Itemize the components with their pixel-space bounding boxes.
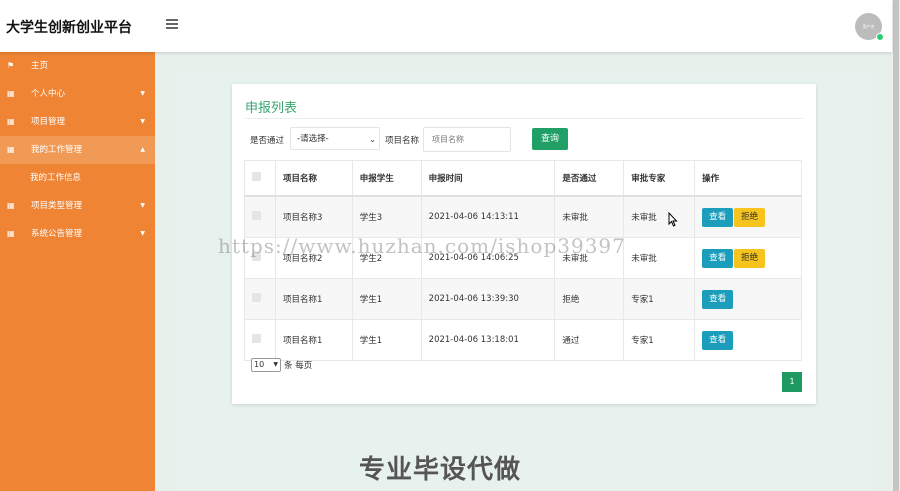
page-size-value: 10 — [254, 360, 265, 369]
view-button[interactable]: 查看 — [702, 289, 734, 309]
student-cell: 学生1 — [351, 278, 422, 320]
sidebar-item-announcement-management[interactable]: ▦ 系统公告管理 ▼ — [0, 220, 155, 248]
table-row: 项目名称1 学生1 2021-04-06 13:39:30 拒绝 专家1 查看 — [244, 278, 802, 320]
column-header: 审批专家 — [623, 160, 696, 197]
actions-cell: 查看 拒绝 — [694, 195, 802, 238]
column-header: 是否通过 — [554, 160, 625, 197]
menu-toggle-icon[interactable] — [166, 19, 178, 29]
expert-cell: 专家1 — [623, 278, 696, 320]
passed-cell: 通过 — [554, 319, 625, 361]
sidebar-item-project-type-management[interactable]: ▦ 项目类型管理 ▼ — [0, 192, 155, 220]
table-row: 项目名称3 学生3 2021-04-06 14:13:11 未审批 未审批 查看… — [244, 195, 802, 238]
grid-icon: ▦ — [7, 89, 15, 98]
expert-cell: 未审批 — [623, 195, 696, 238]
sidebar-item-label: 个人中心 — [31, 89, 66, 99]
per-page-label: 条 每页 — [284, 361, 313, 371]
title-divider — [245, 118, 803, 119]
time-cell: 2021-04-06 13:39:30 — [420, 278, 556, 320]
actions-cell: 查看 — [694, 319, 802, 361]
sidebar-item-home[interactable]: ⚑ 主页 — [0, 52, 155, 80]
table-row: 项目名称1 学生1 2021-04-06 13:18:01 通过 专家1 查看 — [244, 319, 802, 361]
student-cell: 学生3 — [351, 195, 422, 238]
student-cell: 学生1 — [351, 319, 422, 361]
passed-select-value: -请选择- — [297, 134, 329, 144]
caret-down-icon: ▼ — [140, 230, 145, 237]
declaration-table: 项目名称 申报学生 申报时间 是否通过 审批专家 操作 项目名称3 学生3 20… — [244, 160, 802, 361]
time-cell: 2021-04-06 13:18:01 — [420, 319, 556, 361]
caret-down-icon: ▼ — [140, 118, 145, 125]
caret-down-icon: ▼ — [140, 90, 145, 97]
sidebar: ⚑ 主页 ▦ 个人中心 ▼ ▦ 项目管理 ▼ ▦ 我的工作管理 ▲ 我的工作信息… — [0, 52, 155, 491]
column-header: 操作 — [694, 160, 802, 197]
sidebar-item-label: 系统公告管理 — [31, 229, 83, 239]
sidebar-item-label: 我的工作管理 — [31, 145, 83, 155]
passed-cell: 未审批 — [554, 195, 625, 238]
query-button[interactable]: 查询 — [532, 128, 568, 150]
chevron-down-icon: ▼ — [273, 361, 278, 368]
column-header: 项目名称 — [274, 160, 353, 197]
mouse-cursor-icon — [668, 212, 678, 227]
top-bar: 大学生创新创业平台 用户名 — [0, 0, 892, 52]
table-header-row: 项目名称 申报学生 申报时间 是否通过 审批专家 操作 — [244, 160, 802, 197]
row-checkbox[interactable] — [252, 211, 261, 220]
online-status-dot — [876, 33, 884, 41]
sidebar-item-project-management[interactable]: ▦ 项目管理 ▼ — [0, 108, 155, 136]
expert-cell: 专家1 — [623, 319, 696, 361]
page-size-select[interactable]: 10 ▼ — [251, 358, 281, 372]
column-header: 申报学生 — [351, 160, 422, 197]
flag-icon: ⚑ — [7, 61, 15, 70]
promo-text: 专业毕设代做 — [359, 455, 522, 485]
column-header: 申报时间 — [420, 160, 556, 197]
project-name-input[interactable]: 项目名称 — [423, 127, 511, 152]
row-checkbox[interactable] — [252, 293, 261, 302]
row-checkbox[interactable] — [252, 334, 261, 343]
select-all-cell[interactable] — [244, 160, 276, 197]
passed-select[interactable]: -请选择- ⌄ — [290, 127, 380, 150]
page-title: 申报列表 — [245, 101, 298, 116]
time-cell: 2021-04-06 14:13:11 — [420, 195, 556, 238]
actions-cell: 查看 — [694, 278, 802, 320]
page-scrollbar-thumb[interactable] — [893, 0, 899, 491]
caret-up-icon: ▲ — [140, 146, 145, 153]
passed-filter-label: 是否通过 — [250, 136, 285, 146]
actions-cell: 查看 拒绝 — [694, 237, 802, 279]
project-name-cell: 项目名称3 — [274, 195, 353, 238]
select-all-checkbox[interactable] — [252, 172, 261, 181]
sidebar-subitem-my-work-info[interactable]: 我的工作信息 — [0, 164, 155, 192]
sidebar-item-label: 主页 — [31, 61, 49, 71]
caret-down-icon: ▼ — [140, 202, 145, 209]
sidebar-item-my-work-management[interactable]: ▦ 我的工作管理 ▲ — [0, 136, 155, 164]
passed-cell: 拒绝 — [554, 278, 625, 320]
view-button[interactable]: 查看 — [702, 248, 734, 268]
sidebar-item-label: 项目管理 — [31, 117, 66, 127]
sidebar-item-label: 项目类型管理 — [31, 201, 83, 211]
grid-icon: ▦ — [7, 201, 15, 210]
project-name-cell: 项目名称1 — [274, 278, 353, 320]
view-button[interactable]: 查看 — [702, 330, 734, 350]
grid-icon: ▦ — [7, 229, 15, 238]
project-name-label: 项目名称 — [385, 136, 420, 146]
page-number-button[interactable]: 1 — [782, 372, 802, 392]
app-title: 大学生创新创业平台 — [6, 20, 132, 36]
grid-icon: ▦ — [7, 145, 15, 154]
watermark-text: https://www.huzhan.com/ishop39397 — [218, 234, 626, 258]
project-name-cell: 项目名称1 — [274, 319, 353, 361]
view-button[interactable]: 查看 — [702, 207, 734, 227]
grid-icon: ▦ — [7, 117, 15, 126]
sidebar-item-personal-center[interactable]: ▦ 个人中心 ▼ — [0, 80, 155, 108]
reject-button[interactable]: 拒绝 — [734, 207, 766, 227]
expert-cell: 未审批 — [623, 237, 696, 279]
chevron-down-icon: ⌄ — [369, 135, 376, 144]
reject-button[interactable]: 拒绝 — [734, 248, 766, 268]
